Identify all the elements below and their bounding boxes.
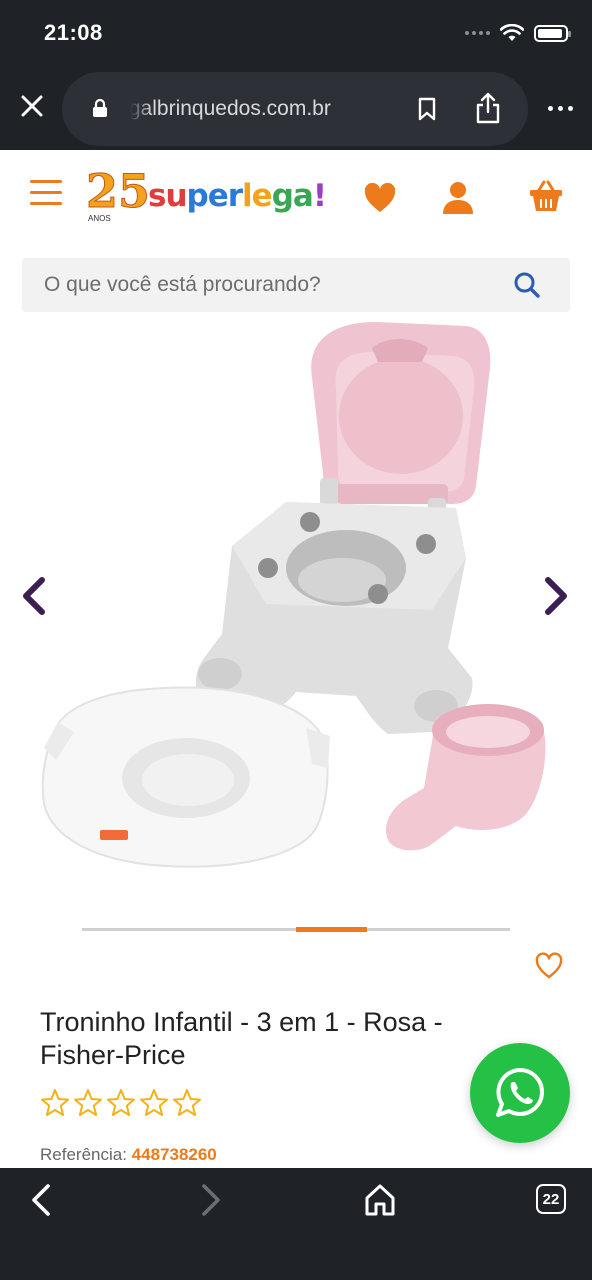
home-button[interactable] xyxy=(362,1182,398,1218)
battery-icon xyxy=(534,24,571,42)
star-icon xyxy=(74,1089,102,1116)
heart-icon xyxy=(364,182,396,212)
reference-value: 448738260 xyxy=(131,1145,217,1164)
menu-button[interactable] xyxy=(30,180,62,210)
search-input[interactable] xyxy=(22,258,502,312)
account-button[interactable] xyxy=(440,180,476,216)
cart-button[interactable] xyxy=(528,178,564,214)
browser-bottom-toolbar: 22 xyxy=(0,1168,592,1280)
reference-label: Referência: xyxy=(40,1145,127,1164)
star-icon xyxy=(41,1089,69,1116)
bookmark-icon xyxy=(418,97,436,121)
lock-icon xyxy=(93,98,107,117)
bookmark-button[interactable] xyxy=(412,94,442,124)
status-time: 21:08 xyxy=(44,20,103,45)
status-bar: 21:08 xyxy=(0,0,592,70)
logo-number: 25 xyxy=(85,164,151,219)
chevron-right-icon xyxy=(545,577,567,615)
chevron-left-icon xyxy=(32,1184,50,1216)
add-to-wishlist-button[interactable] xyxy=(534,952,564,980)
star-icon xyxy=(107,1089,135,1116)
heart-outline-icon xyxy=(535,952,563,979)
chevron-left-icon xyxy=(23,577,45,615)
share-icon xyxy=(476,92,500,124)
user-icon xyxy=(443,182,473,214)
logo-wordmark: superlega! xyxy=(148,178,327,214)
product-image[interactable] xyxy=(36,318,556,908)
browser-toolbar: superlegalbrinquedos.com.br xyxy=(0,70,592,150)
forward-button[interactable] xyxy=(196,1182,226,1218)
product-title: Troninho Infantil - 3 em 1 - Rosa - Fish… xyxy=(40,1007,443,1070)
product-gallery xyxy=(0,318,592,918)
chevron-right-icon xyxy=(202,1184,220,1216)
tabs-button[interactable]: 22 xyxy=(536,1184,566,1214)
search-box xyxy=(22,258,570,312)
product-reference: Referência: 448738260 xyxy=(40,1145,217,1165)
gallery-progress-track[interactable] xyxy=(82,927,510,932)
search-icon xyxy=(514,272,540,298)
more-options-button[interactable] xyxy=(540,94,580,122)
whatsapp-icon xyxy=(496,1068,544,1117)
product-rating[interactable] xyxy=(40,1088,202,1118)
star-icon xyxy=(140,1089,168,1116)
gallery-progress-thumb[interactable] xyxy=(296,927,368,932)
address-bar[interactable]: superlegalbrinquedos.com.br xyxy=(62,72,528,146)
url-text: superlegalbrinquedos.com.br xyxy=(130,97,331,120)
logo-anos: ANOS xyxy=(88,214,111,223)
close-tab-button[interactable] xyxy=(14,88,50,124)
star-icon xyxy=(173,1089,201,1116)
hamburger-icon xyxy=(30,180,62,183)
site-header: 25 ANOS superlega! xyxy=(0,150,592,250)
back-button[interactable] xyxy=(26,1182,56,1218)
site-logo[interactable]: 25 ANOS superlega! xyxy=(85,164,326,232)
status-icons xyxy=(465,24,571,42)
wifi-icon xyxy=(500,24,524,41)
home-icon xyxy=(365,1184,395,1216)
close-icon xyxy=(21,95,43,117)
share-button[interactable] xyxy=(470,90,506,126)
whatsapp-button[interactable] xyxy=(470,1043,570,1143)
gallery-next-button[interactable] xyxy=(540,576,572,616)
signal-icon xyxy=(465,31,490,35)
basket-icon xyxy=(530,180,562,211)
favorites-button[interactable] xyxy=(363,182,397,214)
gallery-prev-button[interactable] xyxy=(18,576,50,616)
search-button[interactable] xyxy=(512,270,542,300)
